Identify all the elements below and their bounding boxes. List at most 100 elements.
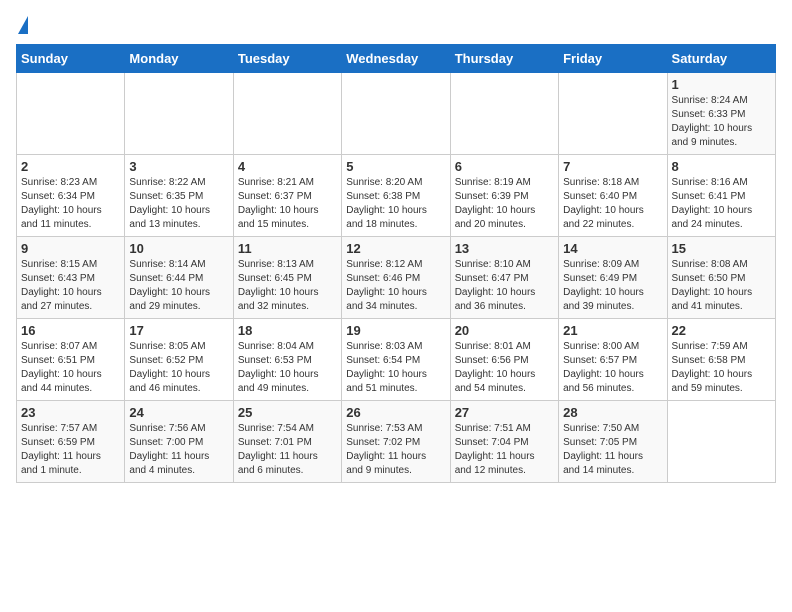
calendar-cell: 4 Sunrise: 8:21 AM Sunset: 6:37 PM Daylig…	[233, 155, 341, 237]
day-number: 10	[129, 241, 228, 256]
day-info: Sunrise: 7:59 AM Sunset: 6:58 PM Dayligh…	[672, 340, 771, 396]
calendar-cell: 12 Sunrise: 8:12 AM Sunset: 6:46 PM Dayli…	[342, 237, 450, 319]
calendar-cell: 21Sunrise: 8:00 AM Sunset: 6:57 PM Dayli…	[559, 319, 667, 401]
day-info: Sunrise: 7:50 AM Sunset: 7:05 PM Dayligh…	[563, 422, 662, 478]
day-number: 13	[455, 241, 554, 256]
calendar-cell: 27 Sunrise: 7:51 AM Sunset: 7:04 PM Dayli…	[450, 401, 558, 483]
day-number: 27	[455, 405, 554, 420]
calendar-cell: 22 Sunrise: 7:59 AM Sunset: 6:58 PM Dayli…	[667, 319, 775, 401]
day-of-week-header: Tuesday	[233, 45, 341, 73]
calendar-cell: 26 Sunrise: 7:53 AM Sunset: 7:02 PM Dayli…	[342, 401, 450, 483]
page-header	[16, 16, 776, 36]
day-number: 26	[346, 405, 445, 420]
calendar-cell: 28 Sunrise: 7:50 AM Sunset: 7:05 PM Dayli…	[559, 401, 667, 483]
calendar-cell: 5 Sunrise: 8:20 AM Sunset: 6:38 PM Daylig…	[342, 155, 450, 237]
day-number: 1	[672, 77, 771, 92]
calendar-cell: 15 Sunrise: 8:08 AM Sunset: 6:50 PM Dayli…	[667, 237, 775, 319]
calendar-week-row: 16 Sunrise: 8:07 AM Sunset: 6:51 PM Dayli…	[17, 319, 776, 401]
calendar-cell: 23 Sunrise: 7:57 AM Sunset: 6:59 PM Dayli…	[17, 401, 125, 483]
day-info: Sunrise: 7:53 AM Sunset: 7:02 PM Dayligh…	[346, 422, 445, 478]
day-info: Sunrise: 8:01 AM Sunset: 6:56 PM Dayligh…	[455, 340, 554, 396]
day-number: 11	[238, 241, 337, 256]
day-number: 17	[129, 323, 228, 338]
day-of-week-header: Monday	[125, 45, 233, 73]
day-number: 18	[238, 323, 337, 338]
calendar-cell	[17, 73, 125, 155]
day-info: Sunrise: 8:04 AM Sunset: 6:53 PM Dayligh…	[238, 340, 337, 396]
calendar-week-row: 1Sunrise: 8:24 AM Sunset: 6:33 PM Daylig…	[17, 73, 776, 155]
day-info: Sunrise: 8:08 AM Sunset: 6:50 PM Dayligh…	[672, 258, 771, 314]
day-number: 24	[129, 405, 228, 420]
calendar-cell: 16 Sunrise: 8:07 AM Sunset: 6:51 PM Dayli…	[17, 319, 125, 401]
day-info: Sunrise: 8:16 AM Sunset: 6:41 PM Dayligh…	[672, 176, 771, 232]
day-number: 8	[672, 159, 771, 174]
day-info: Sunrise: 7:56 AM Sunset: 7:00 PM Dayligh…	[129, 422, 228, 478]
calendar-week-row: 9 Sunrise: 8:15 AM Sunset: 6:43 PM Daylig…	[17, 237, 776, 319]
calendar-cell	[559, 73, 667, 155]
calendar-cell	[667, 401, 775, 483]
calendar-cell: 10 Sunrise: 8:14 AM Sunset: 6:44 PM Dayli…	[125, 237, 233, 319]
calendar-cell: 6 Sunrise: 8:19 AM Sunset: 6:39 PM Daylig…	[450, 155, 558, 237]
day-of-week-header: Sunday	[17, 45, 125, 73]
day-number: 7	[563, 159, 662, 174]
day-of-week-header: Wednesday	[342, 45, 450, 73]
calendar-header-row: SundayMondayTuesdayWednesdayThursdayFrid…	[17, 45, 776, 73]
day-of-week-header: Thursday	[450, 45, 558, 73]
calendar-cell: 3 Sunrise: 8:22 AM Sunset: 6:35 PM Daylig…	[125, 155, 233, 237]
day-number: 3	[129, 159, 228, 174]
day-number: 25	[238, 405, 337, 420]
day-number: 5	[346, 159, 445, 174]
calendar-week-row: 2 Sunrise: 8:23 AM Sunset: 6:34 PM Daylig…	[17, 155, 776, 237]
day-info: Sunrise: 8:20 AM Sunset: 6:38 PM Dayligh…	[346, 176, 445, 232]
day-info: Sunrise: 8:22 AM Sunset: 6:35 PM Dayligh…	[129, 176, 228, 232]
day-info: Sunrise: 7:51 AM Sunset: 7:04 PM Dayligh…	[455, 422, 554, 478]
calendar-cell: 25 Sunrise: 7:54 AM Sunset: 7:01 PM Dayli…	[233, 401, 341, 483]
calendar-cell: 19 Sunrise: 8:03 AM Sunset: 6:54 PM Dayli…	[342, 319, 450, 401]
day-info: Sunrise: 8:05 AM Sunset: 6:52 PM Dayligh…	[129, 340, 228, 396]
day-info: Sunrise: 8:07 AM Sunset: 6:51 PM Dayligh…	[21, 340, 120, 396]
day-number: 16	[21, 323, 120, 338]
day-number: 2	[21, 159, 120, 174]
day-info: Sunrise: 8:10 AM Sunset: 6:47 PM Dayligh…	[455, 258, 554, 314]
day-info: Sunrise: 8:09 AM Sunset: 6:49 PM Dayligh…	[563, 258, 662, 314]
calendar-cell	[233, 73, 341, 155]
day-number: 20	[455, 323, 554, 338]
calendar-cell: 2 Sunrise: 8:23 AM Sunset: 6:34 PM Daylig…	[17, 155, 125, 237]
day-number: 14	[563, 241, 662, 256]
day-info: Sunrise: 8:03 AM Sunset: 6:54 PM Dayligh…	[346, 340, 445, 396]
day-number: 12	[346, 241, 445, 256]
calendar-cell: 1Sunrise: 8:24 AM Sunset: 6:33 PM Daylig…	[667, 73, 775, 155]
calendar-cell	[125, 73, 233, 155]
calendar-cell: 14 Sunrise: 8:09 AM Sunset: 6:49 PM Dayli…	[559, 237, 667, 319]
calendar-cell: 7 Sunrise: 8:18 AM Sunset: 6:40 PM Daylig…	[559, 155, 667, 237]
day-number: 15	[672, 241, 771, 256]
day-number: 9	[21, 241, 120, 256]
day-number: 28	[563, 405, 662, 420]
day-info: Sunrise: 7:57 AM Sunset: 6:59 PM Dayligh…	[21, 422, 120, 478]
calendar-cell: 9 Sunrise: 8:15 AM Sunset: 6:43 PM Daylig…	[17, 237, 125, 319]
day-info: Sunrise: 8:14 AM Sunset: 6:44 PM Dayligh…	[129, 258, 228, 314]
calendar-cell: 8 Sunrise: 8:16 AM Sunset: 6:41 PM Daylig…	[667, 155, 775, 237]
day-number: 19	[346, 323, 445, 338]
day-info: Sunrise: 8:21 AM Sunset: 6:37 PM Dayligh…	[238, 176, 337, 232]
day-number: 22	[672, 323, 771, 338]
calendar-cell: 24 Sunrise: 7:56 AM Sunset: 7:00 PM Dayli…	[125, 401, 233, 483]
calendar-cell: 13 Sunrise: 8:10 AM Sunset: 6:47 PM Dayli…	[450, 237, 558, 319]
day-number: 4	[238, 159, 337, 174]
day-info: Sunrise: 8:13 AM Sunset: 6:45 PM Dayligh…	[238, 258, 337, 314]
calendar-cell: 18 Sunrise: 8:04 AM Sunset: 6:53 PM Dayli…	[233, 319, 341, 401]
day-number: 23	[21, 405, 120, 420]
day-info: Sunrise: 8:23 AM Sunset: 6:34 PM Dayligh…	[21, 176, 120, 232]
logo	[16, 16, 28, 36]
calendar-week-row: 23 Sunrise: 7:57 AM Sunset: 6:59 PM Dayli…	[17, 401, 776, 483]
day-number: 21	[563, 323, 662, 338]
day-info: Sunrise: 8:18 AM Sunset: 6:40 PM Dayligh…	[563, 176, 662, 232]
day-info: Sunrise: 8:19 AM Sunset: 6:39 PM Dayligh…	[455, 176, 554, 232]
calendar-table: SundayMondayTuesdayWednesdayThursdayFrid…	[16, 44, 776, 483]
day-info: Sunrise: 8:12 AM Sunset: 6:46 PM Dayligh…	[346, 258, 445, 314]
day-info: Sunrise: 8:15 AM Sunset: 6:43 PM Dayligh…	[21, 258, 120, 314]
day-of-week-header: Saturday	[667, 45, 775, 73]
day-number: 6	[455, 159, 554, 174]
logo-triangle-icon	[18, 16, 28, 34]
day-info: Sunrise: 7:54 AM Sunset: 7:01 PM Dayligh…	[238, 422, 337, 478]
